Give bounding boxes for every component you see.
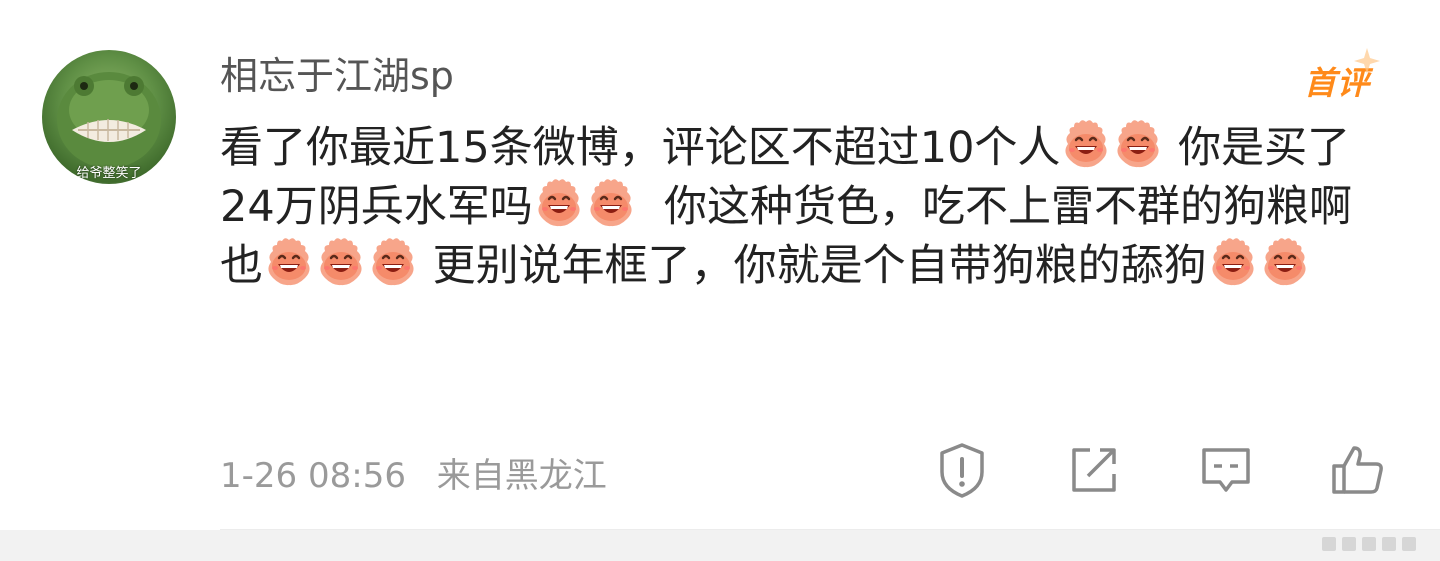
share-icon bbox=[1072, 448, 1116, 492]
bottom-bar bbox=[0, 530, 1440, 561]
laugh-emoji-icon bbox=[1065, 120, 1108, 168]
comment-text-segment: 更别说年框了，你就是个自带狗粮的舔狗 bbox=[419, 241, 1207, 291]
report-icon bbox=[940, 443, 984, 498]
sparkle-star-icon bbox=[1354, 48, 1380, 74]
laugh-emoji-icon bbox=[1212, 238, 1254, 286]
laugh-emoji-icon bbox=[538, 179, 580, 227]
watermark-icon bbox=[1322, 537, 1416, 551]
like-button[interactable] bbox=[1328, 440, 1388, 500]
comment-text-segment: 看了你最近15条微博，评论区不超过10个人 bbox=[220, 123, 1061, 173]
like-icon bbox=[1332, 446, 1383, 494]
comment-meta: 1-26 08:56 来自黑龙江 bbox=[220, 448, 607, 497]
location: 来自黑龙江 bbox=[436, 456, 607, 496]
laugh-emoji-icon bbox=[1117, 120, 1160, 168]
first-comment-badge: 首评 bbox=[1302, 48, 1382, 102]
share-button[interactable] bbox=[1064, 440, 1124, 500]
laugh-emoji-icon bbox=[320, 238, 362, 286]
laugh-emoji-icon bbox=[372, 238, 414, 286]
comment-card: 给爷整笑了 相忘于江湖sp 首评 看了你最近15条微博，评论区不超过10个人 你… bbox=[0, 0, 1440, 530]
report-button[interactable] bbox=[932, 440, 992, 500]
timestamp: 1-26 08:56 bbox=[220, 456, 406, 496]
username[interactable]: 相忘于江湖sp bbox=[220, 52, 454, 100]
laugh-emoji-icon bbox=[268, 238, 310, 286]
avatar-caption: 给爷整笑了 bbox=[76, 166, 142, 181]
comment-body: 看了你最近15条微博，评论区不超过10个人 你是买了24万阴兵水军吗 你这种货色… bbox=[220, 118, 1390, 295]
laugh-emoji-icon bbox=[1264, 238, 1306, 286]
comment-button[interactable] bbox=[1196, 440, 1256, 500]
avatar[interactable]: 给爷整笑了 bbox=[42, 50, 176, 184]
comment-icon bbox=[1202, 448, 1250, 492]
laugh-emoji-icon bbox=[590, 179, 632, 227]
